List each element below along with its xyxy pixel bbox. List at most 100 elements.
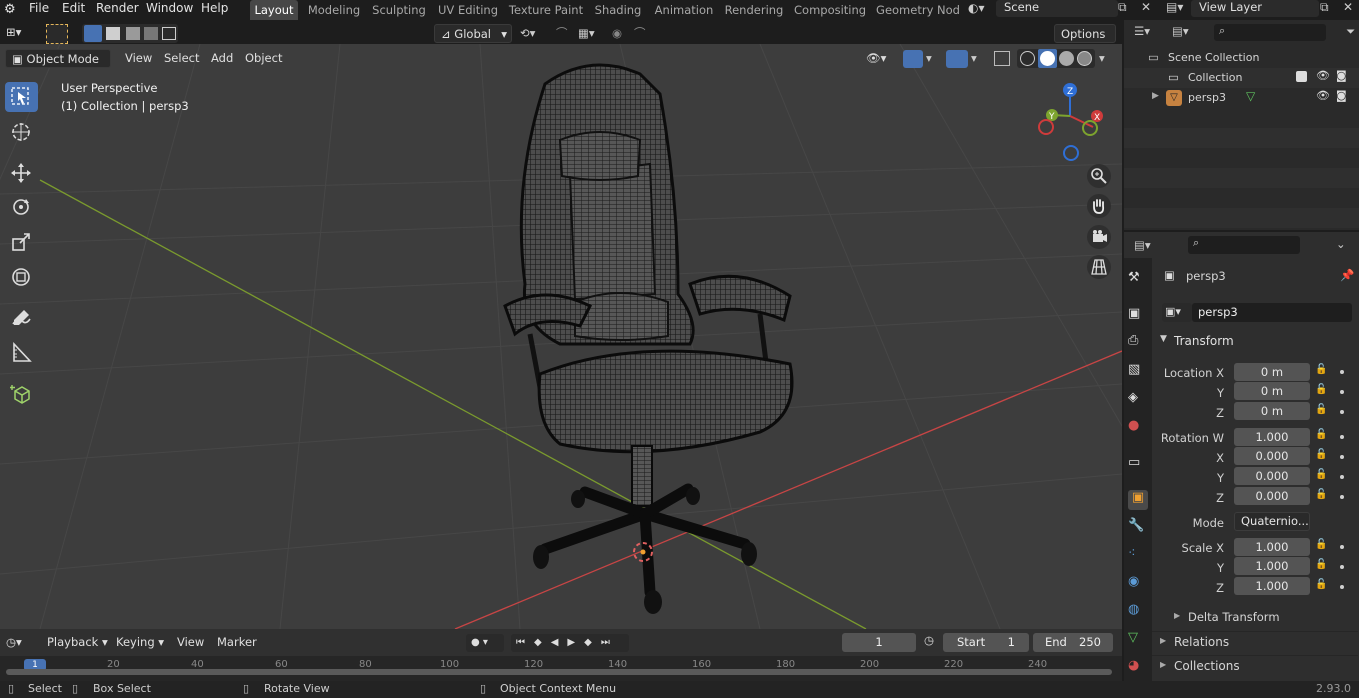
overlay-toggle-icon[interactable]	[946, 50, 968, 68]
marker-menu[interactable]: Marker	[217, 633, 257, 652]
location-x-field[interactable]: 0 m	[1234, 363, 1310, 381]
properties-editor-icon[interactable]: ▤▾	[1134, 238, 1151, 252]
display-mode-icon[interactable]: ▤▾	[1172, 24, 1189, 38]
keying-menu[interactable]: Keying ▾	[116, 633, 164, 652]
tab-layout[interactable]: Layout	[250, 0, 298, 20]
rendered-shading-icon[interactable]	[1077, 51, 1092, 66]
gizmo-toggle-icon[interactable]	[903, 50, 923, 68]
collections-panel[interactable]: ▶ Collections	[1152, 655, 1358, 677]
shading-options-icon[interactable]: ▾	[1099, 49, 1105, 68]
rotation-x-field[interactable]: 0.000	[1234, 447, 1310, 465]
overlay-options-icon[interactable]: ▾	[971, 49, 977, 68]
new-scene-icon[interactable]: ⧉	[1118, 0, 1127, 15]
lock-icon[interactable]: 🔓	[1315, 404, 1327, 415]
mesh-data-icon[interactable]: ▽	[1246, 89, 1255, 103]
properties-search[interactable]: ⌕	[1188, 236, 1300, 254]
playback-menu[interactable]: Playback ▾	[47, 633, 108, 652]
rotation-w-field[interactable]: 1.000	[1234, 428, 1310, 446]
remove-scene-icon[interactable]: ✕	[1141, 0, 1151, 14]
transform-panel-header[interactable]: ▼ Transform	[1152, 330, 1359, 354]
play-icon[interactable]: ▶	[567, 637, 584, 648]
lock-icon[interactable]: 🔓	[1315, 579, 1327, 590]
tab-modeling[interactable]: Modeling	[304, 0, 364, 20]
filter-icon[interactable]: ⏷	[1346, 24, 1355, 39]
outliner-row-object[interactable]: ▶ ▽ persp3 ▽ 👁 ◙	[1124, 88, 1359, 108]
scene-name-field[interactable]: Scene	[996, 0, 1118, 17]
lock-icon[interactable]: 🔓	[1315, 364, 1327, 375]
tool-transform[interactable]	[5, 262, 38, 292]
tool-select-box[interactable]	[5, 82, 38, 112]
data-tab-icon[interactable]: ▽	[1128, 630, 1148, 650]
outliner-editor-icon[interactable]: ☰▾	[1134, 24, 1150, 38]
view-layer-field[interactable]: View Layer	[1191, 0, 1319, 17]
menu-file[interactable]: File	[29, 0, 49, 20]
blender-logo-icon[interactable]: ⚙	[4, 2, 16, 17]
view-layer-tab-icon[interactable]: ▧	[1128, 362, 1148, 382]
menu-view[interactable]: View	[125, 49, 152, 68]
next-key-icon[interactable]: ◆	[584, 637, 601, 648]
snap-icon[interactable]: ⌒	[556, 24, 568, 43]
mode-extend-icon[interactable]	[106, 27, 120, 40]
keyframe-dot[interactable]	[1340, 585, 1344, 589]
current-frame-field[interactable]: 1	[842, 633, 916, 652]
scene-tab-icon[interactable]: ◈	[1128, 390, 1148, 410]
options-dropdown[interactable]: Options	[1054, 24, 1116, 43]
menu-object[interactable]: Object	[245, 49, 282, 68]
modifier-tab-icon[interactable]: 🔧	[1128, 518, 1148, 538]
object-tab-icon[interactable]: ▣	[1128, 490, 1148, 510]
wireframe-shading-icon[interactable]	[1020, 51, 1035, 66]
tab-shading[interactable]: Shading	[592, 0, 644, 20]
camera-icon[interactable]: ◙	[1336, 69, 1347, 82]
constraints-tab-icon[interactable]: ◍	[1128, 602, 1148, 622]
jump-start-icon[interactable]: ⏮	[516, 637, 534, 648]
tool-add-cube[interactable]	[5, 379, 38, 409]
collection-checkbox[interactable]	[1296, 71, 1307, 82]
selection-mode-group[interactable]	[82, 24, 178, 43]
jump-end-icon[interactable]: ⏭	[601, 637, 619, 648]
select-mode-icon[interactable]	[46, 24, 68, 44]
tab-compositing[interactable]: Compositing	[794, 0, 866, 20]
lock-icon[interactable]: 🔓	[1315, 469, 1327, 480]
keyframe-dot[interactable]	[1340, 455, 1344, 459]
frame-ruler[interactable]: 1 20 40 60 80 100 120 140 160 180 200 22…	[0, 656, 1122, 681]
render-tab-icon[interactable]: ▣	[1128, 306, 1148, 326]
object-mode-dropdown[interactable]: ▣ Object Mode	[5, 49, 111, 68]
menu-edit[interactable]: Edit	[62, 0, 85, 20]
menu-window[interactable]: Window	[146, 0, 193, 20]
view-layer-icon[interactable]: ▤▾	[1166, 0, 1183, 14]
snap-target-icon[interactable]: ▦▾	[578, 24, 595, 43]
xray-toggle-icon[interactable]	[994, 51, 1010, 66]
tool-measure[interactable]	[5, 338, 38, 368]
keyframe-dot[interactable]	[1340, 435, 1344, 439]
proportional-edit-icon[interactable]: ◉	[612, 24, 622, 43]
object-name-field[interactable]: persp3	[1192, 303, 1352, 322]
shading-mode-group[interactable]	[1017, 49, 1095, 68]
tab-rendering[interactable]: Rendering	[724, 0, 784, 20]
scene-selector-icon[interactable]: ◐▾	[968, 1, 985, 15]
new-view-layer-icon[interactable]: ⧉	[1320, 0, 1329, 15]
remove-view-layer-icon[interactable]: ✕	[1343, 0, 1353, 14]
tab-texture-paint[interactable]: Texture Paint	[507, 0, 585, 20]
object-camera-icon[interactable]: ◙	[1336, 89, 1347, 102]
tab-geometry-nodes[interactable]: Geometry Nod	[876, 0, 960, 20]
material-tab-icon[interactable]: ◕	[1128, 658, 1148, 678]
mode-intersect-icon[interactable]	[162, 27, 176, 40]
mode-difference-icon[interactable]	[144, 27, 158, 40]
keyframe-dot[interactable]	[1340, 370, 1344, 374]
scale-z-field[interactable]: 1.000	[1234, 577, 1310, 595]
material-shading-icon[interactable]	[1059, 51, 1074, 66]
relations-panel[interactable]: ▶ Relations	[1152, 631, 1358, 653]
keyframe-dot[interactable]	[1340, 475, 1344, 479]
menu-select[interactable]: Select	[164, 49, 199, 68]
pin-icon[interactable]: 📌	[1340, 268, 1354, 282]
output-tab-icon[interactable]: ⎙	[1128, 333, 1148, 353]
rotation-mode-dropdown[interactable]: Quaternio...	[1234, 512, 1310, 531]
location-y-field[interactable]: 0 m	[1234, 382, 1310, 400]
scale-x-field[interactable]: 1.000	[1234, 538, 1310, 556]
menu-render[interactable]: Render	[96, 0, 139, 20]
tool-cursor[interactable]	[5, 117, 38, 147]
properties-options-icon[interactable]: ⌄	[1336, 237, 1346, 251]
pan-hand-icon[interactable]	[1087, 194, 1111, 218]
outliner-row-scene[interactable]: ▭ Scene Collection	[1124, 48, 1359, 68]
timeline-scrollbar[interactable]	[6, 669, 1112, 675]
